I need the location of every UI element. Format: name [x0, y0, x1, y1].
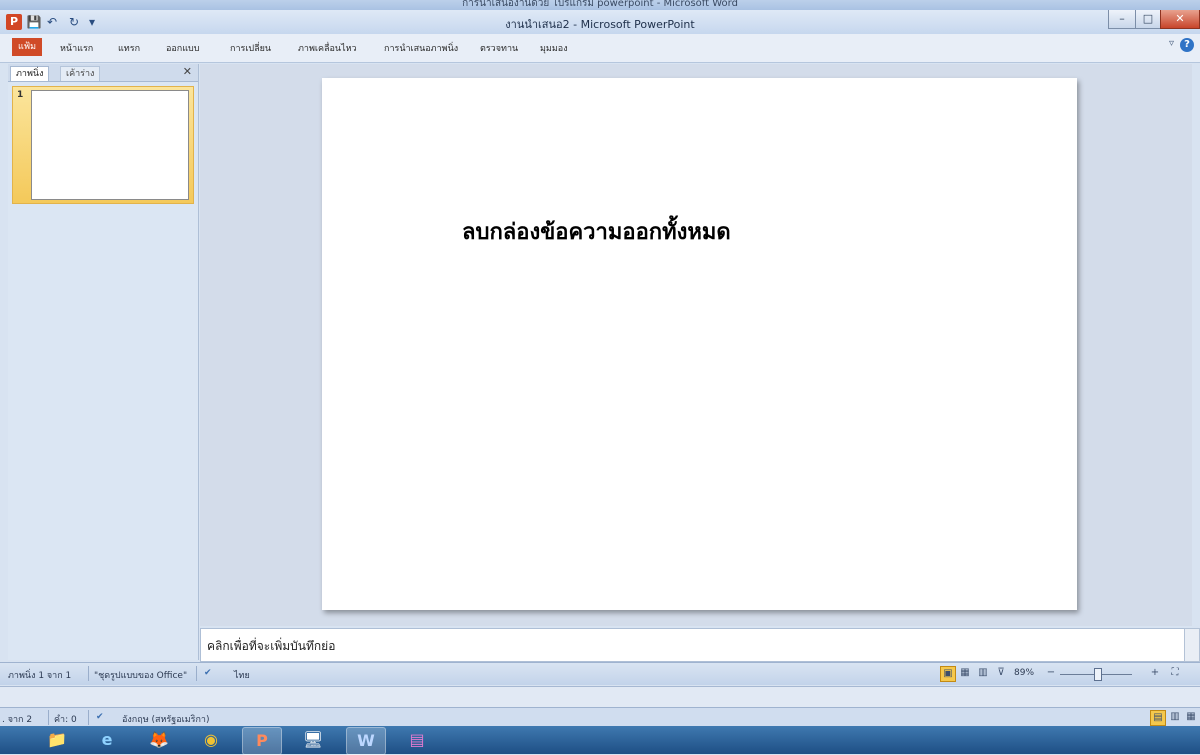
- minimize-button[interactable]: –: [1108, 10, 1136, 29]
- notes-scrollbar[interactable]: [1184, 628, 1200, 662]
- chrome-icon[interactable]: ◉: [192, 727, 230, 753]
- slide-sorter-view-icon[interactable]: ▦: [958, 666, 972, 680]
- ribbon-tab-bar: แฟ้ม หน้าแรก แทรก ออกแบบ การเปลี่ยน ภาพเ…: [0, 34, 1200, 63]
- notes-placeholder: คลิกเพื่อที่จะเพิ่มบันทึกย่อ: [207, 639, 336, 653]
- powerpoint-taskbar-icon[interactable]: P: [242, 727, 282, 755]
- status-divider: [88, 666, 89, 681]
- word-taskbar-icon[interactable]: W: [346, 727, 386, 755]
- status-divider: [88, 710, 89, 725]
- background-word-toolbar: [0, 686, 1200, 707]
- zoom-out-button[interactable]: −: [1044, 666, 1058, 680]
- background-window-title: การนำเสนองานด้วย โปรแกรม powerpoint - Mi…: [462, 0, 738, 9]
- help-icon[interactable]: ?: [1180, 38, 1194, 52]
- status-divider: [196, 666, 197, 681]
- tab-design[interactable]: ออกแบบ: [166, 41, 200, 55]
- status-divider: [48, 710, 49, 725]
- zoom-slider-thumb[interactable]: [1094, 668, 1102, 681]
- language[interactable]: ไทย: [234, 668, 250, 682]
- close-button[interactable]: ✕: [1160, 10, 1200, 29]
- slide-thumbnail[interactable]: [31, 90, 189, 200]
- tab-review[interactable]: ตรวจทาน: [480, 41, 518, 55]
- slides-pane-tabs: ภาพนิ่ง เค้าร่าง ✕: [8, 64, 198, 82]
- tab-slides[interactable]: ภาพนิ่ง: [10, 66, 50, 81]
- normal-view-icon[interactable]: ▣: [940, 666, 956, 682]
- status-bar: ภาพนิ่ง 1 จาก 1 "ชุดรูปแบบของ Office" ✔ …: [0, 662, 1200, 685]
- screen-taskbar-icon[interactable]: 🖥: [294, 727, 332, 753]
- slide-thumbnail-selected[interactable]: 1: [12, 86, 194, 204]
- zoom-level[interactable]: 89%: [1014, 668, 1034, 678]
- tab-home[interactable]: หน้าแรก: [60, 41, 93, 55]
- tab-slideshow[interactable]: การนำเสนอภาพนิ่ง: [384, 41, 458, 55]
- word-page-count: . จาก 2: [2, 715, 33, 725]
- word-web-layout-icon[interactable]: ▦: [1184, 710, 1198, 724]
- tab-outline[interactable]: เค้าร่าง: [60, 66, 101, 81]
- slideshow-view-icon[interactable]: ⊽: [994, 666, 1008, 680]
- word-spelling-icon[interactable]: ✔: [96, 712, 104, 722]
- maximize-button[interactable]: □: [1135, 10, 1161, 29]
- word-reading-icon[interactable]: ▥: [1168, 710, 1182, 724]
- tab-insert[interactable]: แทรก: [118, 41, 140, 55]
- slide-editing-area: ลบกล่องข้อความออกทั้งหมด: [200, 64, 1192, 626]
- tab-file[interactable]: แฟ้ม: [12, 38, 42, 56]
- spelling-check-icon[interactable]: ✔: [204, 668, 212, 678]
- slide-number: 1: [17, 90, 24, 100]
- zoom-in-button[interactable]: +: [1148, 666, 1162, 680]
- tab-view[interactable]: มุมมอง: [540, 41, 568, 55]
- windows-taskbar: 📁 e 🦊 ◉ P 🖥 W ▤: [0, 726, 1200, 755]
- word-language: อังกฤษ (สหรัฐอเมริกา): [122, 715, 210, 725]
- slides-pane: ภาพนิ่ง เค้าร่าง ✕ 1: [8, 64, 199, 660]
- word-print-layout-icon[interactable]: ▤: [1150, 710, 1166, 726]
- fit-to-window-icon[interactable]: ⛶: [1168, 666, 1182, 680]
- close-pane-icon[interactable]: ✕: [183, 65, 192, 78]
- internet-explorer-icon[interactable]: e: [88, 727, 126, 753]
- slide-canvas[interactable]: [322, 78, 1077, 610]
- slide-text[interactable]: ลบกล่องข้อความออกทั้งหมด: [462, 214, 731, 249]
- background-word-window: การนำเสนองานด้วย โปรแกรม powerpoint - Mi…: [0, 0, 1200, 10]
- window-title: งานนำเสนอ2 - Microsoft PowerPoint: [505, 18, 695, 31]
- firefox-icon[interactable]: 🦊: [140, 727, 178, 753]
- title-bar: P 💾 ↶ ↻ ▾ งานนำเสนอ2 - Microsoft PowerPo…: [0, 10, 1200, 34]
- theme-name[interactable]: "ชุดรูปแบบของ Office": [94, 668, 187, 682]
- background-word-status-bar: . จาก 2 คำ: 0 ✔ อังกฤษ (สหรัฐอเมริกา) ▤ …: [0, 707, 1200, 726]
- minimize-ribbon-icon[interactable]: ▿: [1169, 38, 1174, 49]
- winrar-icon[interactable]: ▤: [398, 727, 436, 753]
- slide-count: ภาพนิ่ง 1 จาก 1: [8, 671, 72, 681]
- notes-pane[interactable]: คลิกเพื่อที่จะเพิ่มบันทึกย่อ: [200, 628, 1186, 662]
- reading-view-icon[interactable]: ▥: [976, 666, 990, 680]
- file-explorer-icon[interactable]: 📁: [38, 727, 76, 753]
- tab-transitions[interactable]: การเปลี่ยน: [230, 41, 271, 55]
- word-count: คำ: 0: [54, 715, 77, 725]
- tab-animations[interactable]: ภาพเคลื่อนไหว: [298, 41, 357, 55]
